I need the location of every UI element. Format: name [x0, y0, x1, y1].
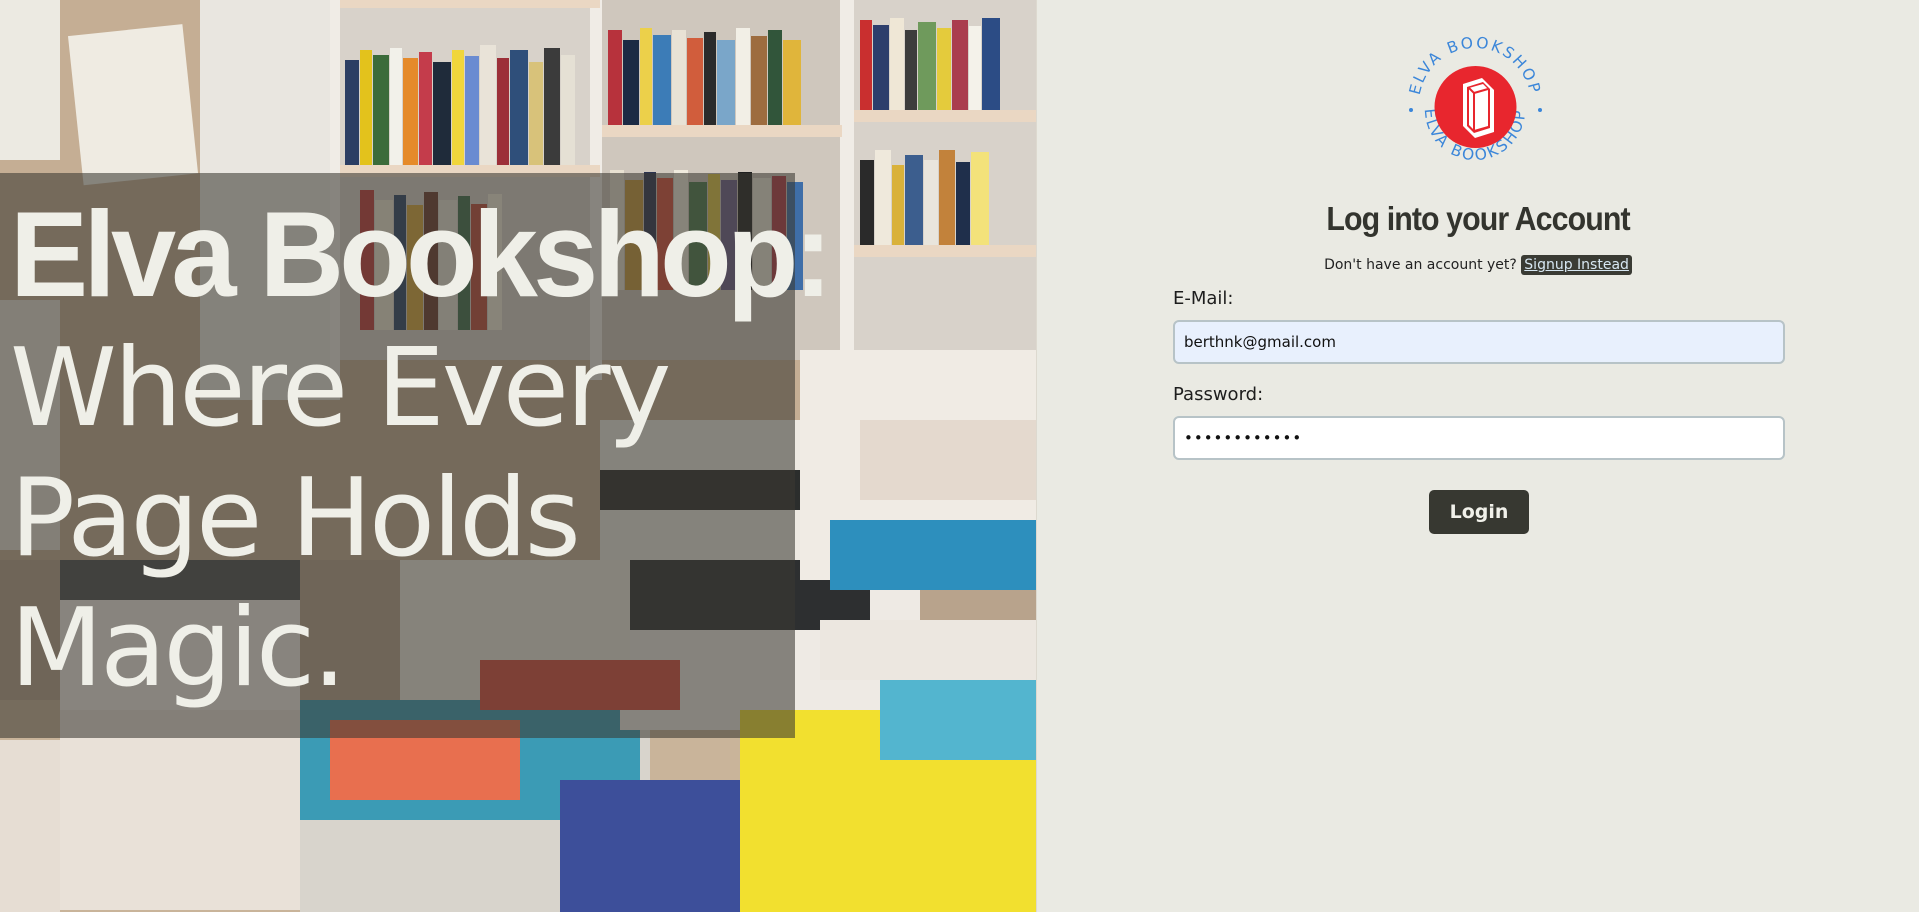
email-label: E-Mail:	[1173, 288, 1234, 309]
book-icon	[1463, 78, 1494, 138]
login-panel: ELVA BOOKSHOP ELVA BOOKSHOP Log into you…	[1037, 0, 1919, 912]
hero-brand: Elva Bookshop:	[10, 186, 833, 322]
password-label: Password:	[1173, 384, 1264, 405]
hero-headline: Elva Bookshop: Where Every Page Holds Ma…	[10, 186, 833, 714]
email-field[interactable]: berthnk@gmail.com	[1173, 320, 1785, 364]
signup-prompt-row: Don't have an account yet? Signup Instea…	[1037, 255, 1919, 275]
login-title: Log into your Account	[1326, 200, 1630, 237]
signup-link[interactable]: Signup Instead	[1521, 255, 1632, 275]
elva-bookshop-logo: ELVA BOOKSHOP ELVA BOOKSHOP	[1406, 34, 1542, 164]
login-button[interactable]: Login	[1429, 490, 1529, 534]
signup-prompt: Don't have an account yet?	[1324, 257, 1517, 273]
password-value: ••••••••••••	[1184, 429, 1303, 447]
password-field[interactable]: ••••••••••••	[1173, 416, 1785, 460]
email-value: berthnk@gmail.com	[1184, 333, 1336, 351]
hero-tagline: Where Every Page Holds Magic.	[10, 326, 671, 711]
hero-panel: Elva Bookshop: Where Every Page Holds Ma…	[0, 0, 1037, 912]
